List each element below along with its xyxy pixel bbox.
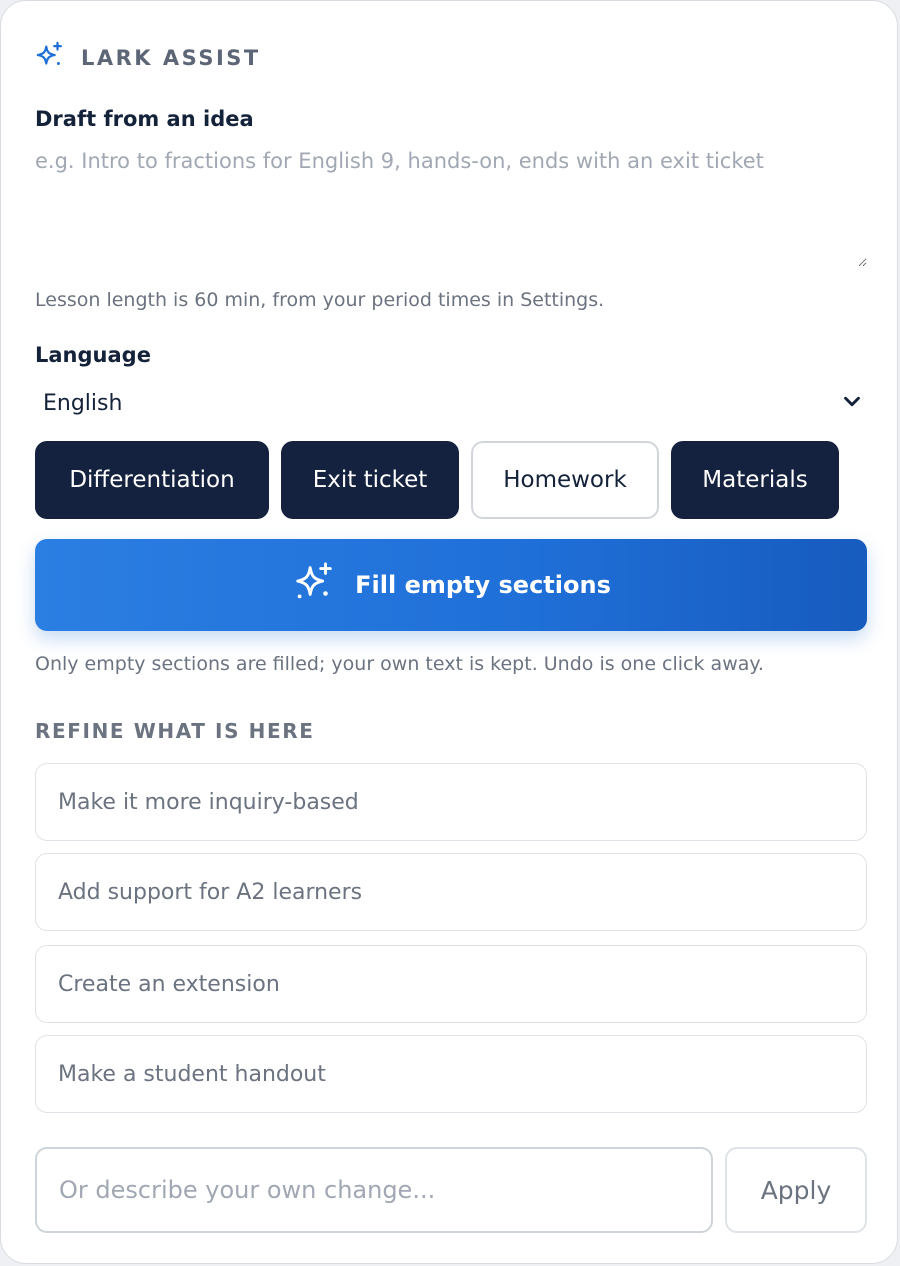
language-select[interactable]: English xyxy=(35,381,867,425)
fill-note: Only empty sections are filled; your own… xyxy=(35,653,764,675)
chip-differentiation[interactable]: Differentiation xyxy=(35,441,269,519)
refine-section-title: REFINE WHAT IS HERE xyxy=(35,719,315,743)
idea-textarea[interactable] xyxy=(35,149,867,267)
refine-option-handout[interactable]: Make a student handout xyxy=(35,1035,867,1113)
apply-button[interactable]: Apply xyxy=(725,1147,867,1233)
chevron-down-icon xyxy=(841,390,867,416)
refine-option-extension[interactable]: Create an extension xyxy=(35,945,867,1023)
fill-button-label: Fill empty sections xyxy=(355,571,611,599)
lesson-length-hint: Lesson length is 60 min, from your perio… xyxy=(35,289,605,311)
chip-homework[interactable]: Homework xyxy=(471,441,659,519)
fill-empty-sections-button[interactable]: Fill empty sections xyxy=(35,539,867,631)
panel-header: LARK ASSIST xyxy=(35,41,261,75)
brand-title: LARK ASSIST xyxy=(81,46,261,70)
sparkle-icon xyxy=(291,559,355,611)
chip-exit-ticket[interactable]: Exit ticket xyxy=(281,441,459,519)
refine-option-a2-support[interactable]: Add support for A2 learners xyxy=(35,853,867,931)
chip-materials[interactable]: Materials xyxy=(671,441,839,519)
language-label: Language xyxy=(35,343,151,367)
draft-label: Draft from an idea xyxy=(35,107,254,131)
language-value: English xyxy=(43,390,123,416)
custom-change-input[interactable] xyxy=(35,1147,713,1233)
refine-option-inquiry[interactable]: Make it more inquiry-based xyxy=(35,763,867,841)
sparkle-icon xyxy=(35,41,65,75)
lark-assist-panel: LARK ASSIST Draft from an idea Lesson le… xyxy=(0,0,898,1264)
